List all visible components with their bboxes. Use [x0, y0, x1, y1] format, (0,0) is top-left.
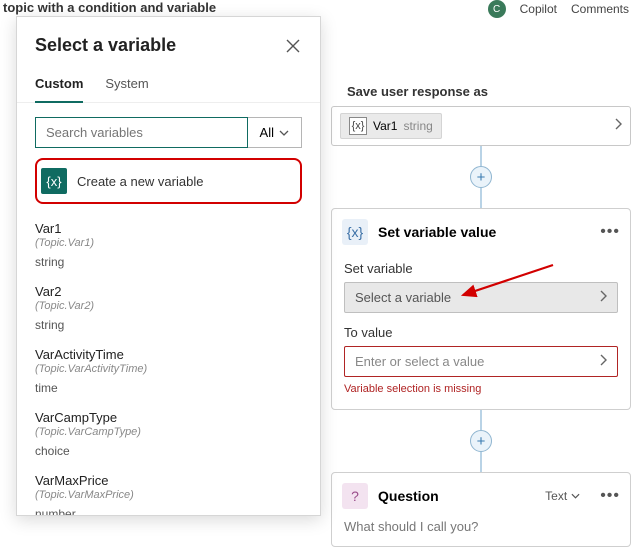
tab-custom[interactable]: Custom [35, 70, 83, 103]
error-message: Variable selection is missing [344, 383, 618, 395]
variable-icon: {x} [41, 168, 67, 194]
more-icon[interactable]: ••• [600, 487, 620, 505]
create-variable-button[interactable]: {x} Create a new variable [35, 158, 302, 204]
list-item[interactable]: VarMaxPrice (Topic.VarMaxPrice) number [35, 464, 302, 516]
select-variable-panel: Select a variable Custom System All {x} … [16, 16, 321, 516]
more-icon[interactable]: ••• [600, 223, 620, 241]
list-item[interactable]: Var1 (Topic.Var1) string [35, 212, 302, 275]
search-input[interactable] [35, 117, 248, 148]
avatar[interactable]: C [488, 0, 506, 18]
tab-system[interactable]: System [105, 70, 148, 102]
question-icon: ? [342, 483, 368, 509]
chevron-down-icon [571, 493, 580, 499]
variable-icon: {x} [349, 117, 367, 135]
to-value-label: To value [344, 325, 618, 340]
close-icon[interactable] [284, 37, 302, 55]
save-response-field[interactable]: {x} Var1 string [331, 106, 631, 146]
top-toolbar: C Copilot Comments [488, 0, 629, 18]
to-value-field[interactable]: Enter or select a value [344, 346, 618, 377]
question-card: ? Question Text ••• What should I call y… [331, 472, 631, 547]
comments-link[interactable]: Comments [571, 2, 629, 16]
chevron-right-icon [599, 354, 607, 369]
variable-list: Var1 (Topic.Var1) string Var2 (Topic.Var… [17, 208, 320, 516]
chevron-right-icon [614, 117, 622, 135]
add-node-button[interactable]: + [470, 166, 492, 188]
chevron-right-icon [599, 290, 607, 305]
set-variable-card: {x} Set variable value ••• Set variable … [331, 208, 631, 410]
select-variable-field[interactable]: Select a variable [344, 282, 618, 313]
list-item[interactable]: VarCampType (Topic.VarCampType) choice [35, 401, 302, 464]
set-variable-label: Set variable [344, 261, 618, 276]
question-prompt: What should I call you? [332, 519, 630, 546]
chevron-down-icon [279, 130, 289, 136]
variable-icon: {x} [342, 219, 368, 245]
copilot-link[interactable]: Copilot [520, 2, 557, 16]
variable-chip: {x} Var1 string [340, 113, 442, 139]
add-node-button[interactable]: + [470, 430, 492, 452]
text-type-selector[interactable]: Text [545, 489, 580, 503]
filter-button[interactable]: All [248, 117, 302, 148]
panel-title: Select a variable [35, 35, 176, 56]
list-item[interactable]: Var2 (Topic.Var2) string [35, 275, 302, 338]
panel-tabs: Custom System [17, 70, 320, 103]
list-item[interactable]: VarActivityTime (Topic.VarActivityTime) … [35, 338, 302, 401]
